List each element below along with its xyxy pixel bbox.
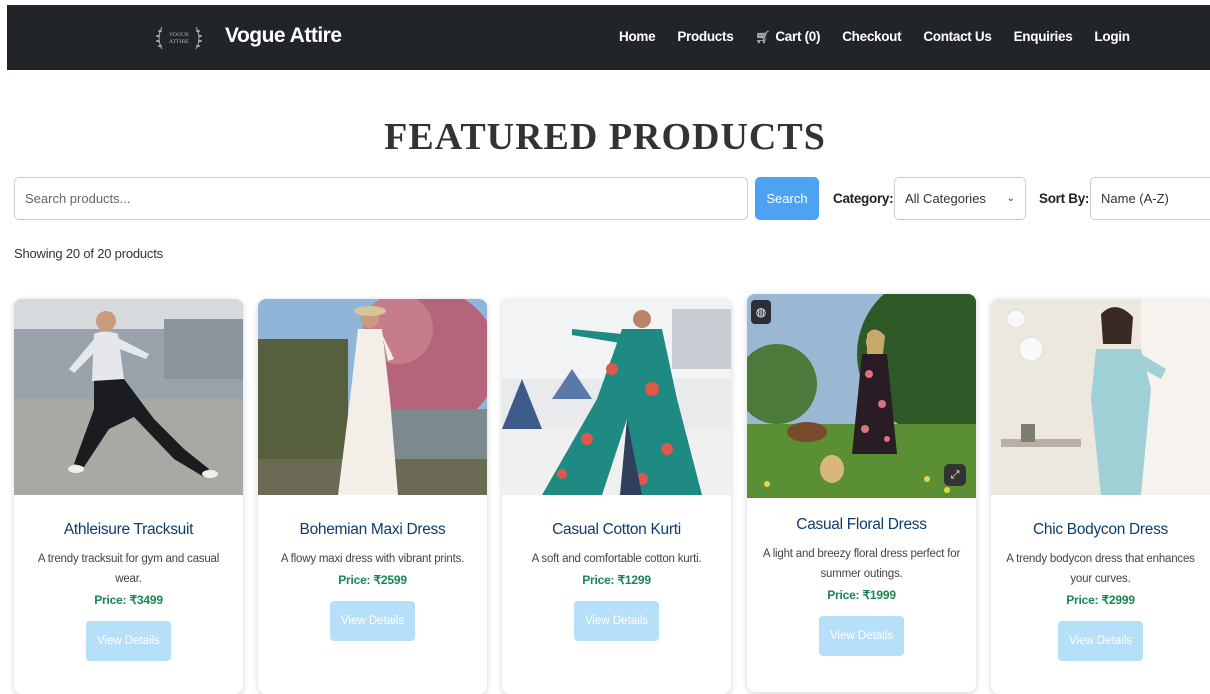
view-details-button[interactable]: View Details [1058, 621, 1143, 661]
nav-contact-us[interactable]: Contact Us [923, 29, 992, 44]
product-price: Price: ₹1999 [827, 588, 896, 602]
product-card: Athleisure Tracksuit A trendy tracksuit … [14, 299, 243, 694]
view-details-button[interactable]: View Details [330, 601, 415, 641]
nav-products[interactable]: Products [677, 29, 733, 44]
brand-logo[interactable]: VOGUE ATTIRE [150, 23, 208, 53]
nav-home[interactable]: Home [619, 29, 656, 44]
product-card: Casual Cotton Kurti A soft and comfortab… [502, 299, 731, 694]
laurel-icon: VOGUE ATTIRE [156, 26, 202, 50]
nav-checkout[interactable]: Checkout [842, 29, 901, 44]
product-image[interactable] [14, 299, 243, 495]
quick-view-icon[interactable]: ◍ [751, 300, 771, 324]
nav-links: Home Products 🛒︎ Cart (0) Checkout Conta… [619, 29, 1152, 44]
product-card: ◍ ⤢ Casual Floral Dress A light and bree… [747, 294, 976, 692]
product-description: A soft and comfortable cotton kurti. [531, 553, 702, 565]
product-description: A flowy maxi dress with vibrant prints. [280, 553, 465, 565]
product-image[interactable] [258, 299, 487, 495]
sort-select[interactable]: Name (A-Z) [1090, 177, 1210, 220]
category-select-value: All Categories [905, 191, 986, 206]
product-image[interactable]: ◍ ⤢ [747, 294, 976, 498]
product-title[interactable]: Bohemian Maxi Dress [258, 521, 487, 539]
chevron-down-icon: ⌄ [1006, 193, 1015, 204]
nav-cart[interactable]: 🛒︎ Cart (0) [755, 29, 820, 44]
cart-icon: 🛒︎ [755, 29, 771, 44]
category-label: Category: [833, 191, 894, 206]
search-input[interactable] [14, 177, 748, 220]
page-title: FEATURED PRODUCTS [384, 116, 826, 158]
product-description: A trendy bodycon dress that enhances you… [1006, 553, 1195, 585]
brand-name[interactable]: Vogue Attire [225, 24, 342, 48]
product-title[interactable]: Casual Cotton Kurti [502, 521, 731, 539]
sort-select-value: Name (A-Z) [1101, 191, 1169, 206]
category-select[interactable]: All Categories ⌄ [894, 177, 1026, 220]
product-price: Price: ₹2599 [338, 573, 407, 587]
nav-login[interactable]: Login [1094, 29, 1130, 44]
navbar: VOGUE ATTIRE Vogue Attire Home Products … [7, 5, 1210, 70]
search-button[interactable]: Search [755, 177, 819, 220]
view-details-button[interactable]: View Details [574, 601, 659, 641]
sort-label: Sort By: [1039, 191, 1090, 206]
product-image[interactable] [991, 299, 1210, 495]
product-image[interactable] [502, 299, 731, 495]
product-title[interactable]: Chic Bodycon Dress [991, 521, 1210, 539]
product-title[interactable]: Casual Floral Dress [747, 516, 976, 534]
svg-text:ATTIRE: ATTIRE [168, 39, 189, 45]
product-description: A light and breezy floral dress perfect … [762, 548, 961, 580]
results-count: Showing 20 of 20 products [14, 246, 163, 261]
product-title[interactable]: Athleisure Tracksuit [14, 521, 243, 539]
svg-text:VOGUE: VOGUE [168, 32, 189, 38]
nav-enquiries[interactable]: Enquiries [1014, 29, 1073, 44]
product-price: Price: ₹3499 [94, 593, 163, 607]
product-card: Bohemian Maxi Dress A flowy maxi dress w… [258, 299, 487, 694]
product-description: A trendy tracksuit for gym and casual we… [37, 553, 220, 585]
nav-cart-label: Cart (0) [775, 29, 821, 44]
view-details-button[interactable]: View Details [86, 621, 171, 661]
expand-icon[interactable]: ⤢ [944, 464, 966, 486]
product-price: Price: ₹2999 [1066, 593, 1135, 607]
product-card: Chic Bodycon Dress A trendy bodycon dres… [991, 299, 1210, 694]
view-details-button[interactable]: View Details [819, 616, 904, 656]
product-price: Price: ₹1299 [582, 573, 651, 587]
